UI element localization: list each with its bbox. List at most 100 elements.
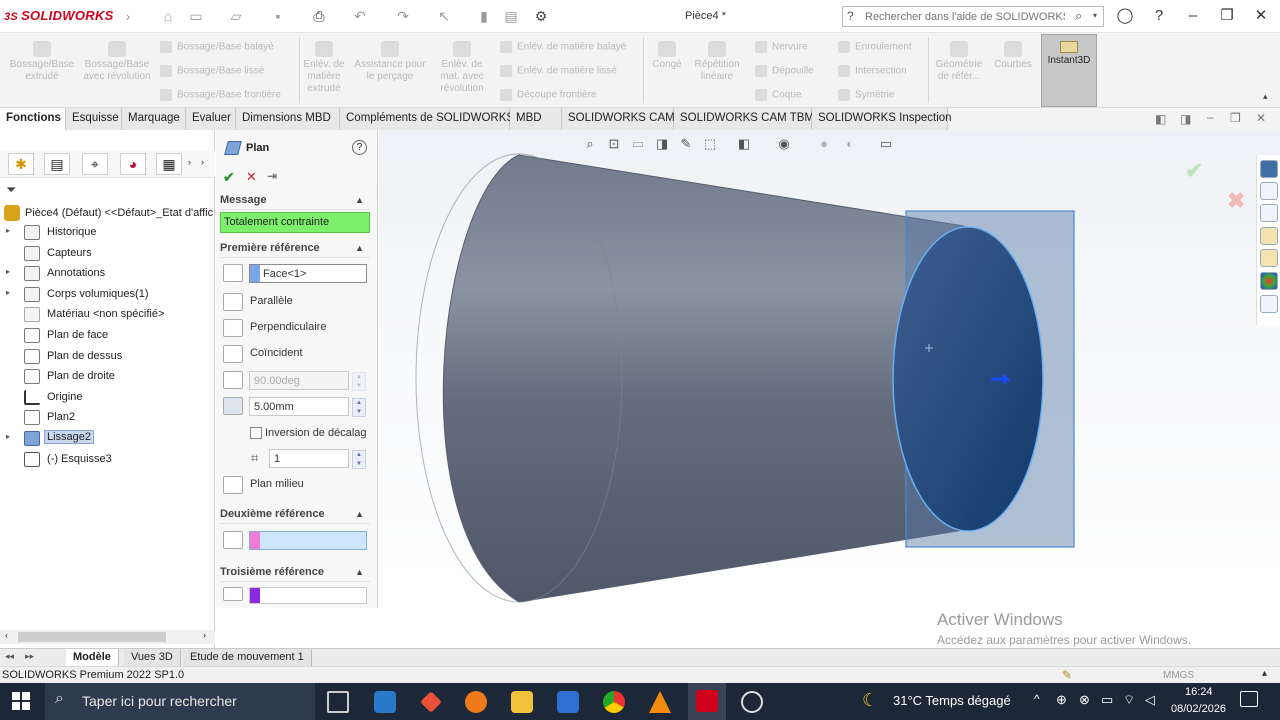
- angle-field[interactable]: ▲▼: [249, 371, 366, 391]
- file-properties-icon[interactable]: ▤: [503, 8, 519, 24]
- first-reference-header[interactable]: Première référence ▲: [220, 238, 370, 258]
- chrome-icon[interactable]: [603, 691, 625, 713]
- property-manager-tab-icon[interactable]: ▤: [44, 153, 70, 175]
- volume-icon[interactable]: ◁: [1145, 692, 1155, 708]
- offset-distance-option[interactable]: ▲▼: [223, 395, 373, 417]
- end-face[interactable]: [892, 226, 1044, 532]
- custom-properties-icon[interactable]: [1260, 272, 1278, 290]
- message-section-header[interactable]: Message ▲: [220, 190, 370, 210]
- linear-pattern-button[interactable]: Répétition linéaire: [690, 41, 744, 83]
- tab-marquage[interactable]: Marquage: [122, 108, 186, 130]
- solidworks-logo[interactable]: 3S SOLIDWORKS: [4, 8, 114, 23]
- tree-root[interactable]: Pièce4 (Défaut) <<Défaut>_Etat d'affic: [4, 205, 215, 223]
- draft-button[interactable]: Dépouille: [755, 65, 814, 77]
- search-dropdown-icon[interactable]: ▾: [1093, 11, 1097, 20]
- tab-solidworks-inspection[interactable]: SOLIDWORKS Inspection: [812, 108, 952, 130]
- second-reference-field[interactable]: [249, 531, 367, 550]
- tab-solidworks-cam[interactable]: SOLIDWORKS CAM: [562, 108, 675, 130]
- cut-boundary-button[interactable]: Découpe frontière: [500, 89, 597, 101]
- cut-swept-button[interactable]: Enlév. de matière balayé: [500, 41, 626, 53]
- app-icon[interactable]: [420, 691, 442, 713]
- clock-time[interactable]: 16:24: [1185, 686, 1213, 698]
- flip-offset-option[interactable]: Inversion de décalag: [223, 423, 373, 445]
- angle-option[interactable]: ▲▼: [223, 369, 373, 391]
- redo-icon[interactable]: ↷: [395, 8, 411, 24]
- tray-expand-icon[interactable]: ^: [1034, 692, 1040, 706]
- scroll-right-icon[interactable]: ›: [203, 630, 206, 640]
- tab-complements[interactable]: Compléments de SOLIDWORKS: [340, 108, 514, 130]
- instant3d-button[interactable]: Instant3D: [1041, 34, 1097, 107]
- tree-item-origine[interactable]: Origine: [0, 388, 215, 408]
- app-icon[interactable]: [374, 691, 396, 713]
- curves-button[interactable]: Courbes: [990, 41, 1036, 71]
- instance-count-field[interactable]: ▲▼: [269, 449, 366, 469]
- tree-item-materiau[interactable]: Matériau <non spécifié>: [0, 305, 215, 325]
- tab-solidworks-cam-tbm[interactable]: SOLIDWORKS CAM TBM: [674, 108, 814, 130]
- tab-esquisse[interactable]: Esquisse: [66, 108, 122, 130]
- tile-left-icon[interactable]: ◧: [1155, 112, 1166, 126]
- view-palette-icon[interactable]: [1260, 227, 1278, 245]
- boundary-boss-button[interactable]: Bossage/Base frontière: [160, 89, 281, 101]
- scroll-left-icon[interactable]: ‹: [5, 630, 8, 640]
- tab-evaluer[interactable]: Evaluer: [186, 108, 236, 130]
- appearances-icon[interactable]: [1260, 249, 1278, 267]
- solidworks-taskbar-slot[interactable]: [688, 683, 726, 720]
- print-icon[interactable]: ⎙: [311, 8, 327, 24]
- options-gear-icon[interactable]: ⚙: [533, 8, 549, 24]
- tree-item-lissage2[interactable]: ▸ Lissage2: [0, 429, 215, 449]
- dimxpert-tab-icon[interactable]: ◕: [120, 153, 146, 175]
- collapse-icon[interactable]: ▲: [355, 504, 364, 524]
- horizontal-scrollbar[interactable]: ‹ ›: [0, 630, 215, 644]
- expand-icon[interactable]: ▸: [6, 432, 10, 441]
- graphics-viewport[interactable]: ⌕ ⊡ ▭ ◨ ✎ ⬚ ◧ ◉ ● ◐ ▭ ✔ ✖ Activer Window…: [379, 130, 1280, 648]
- new-document-icon[interactable]: ▭: [188, 8, 204, 24]
- pushpin-icon[interactable]: ⇥: [267, 169, 277, 183]
- windows-start-icon[interactable]: [12, 692, 30, 710]
- instance-count-input[interactable]: [274, 452, 334, 466]
- help-icon[interactable]: ?: [1148, 6, 1170, 26]
- flip-offset-checkbox[interactable]: [250, 427, 262, 439]
- notification-icon[interactable]: [1240, 691, 1258, 707]
- confirm-cancel-corner-icon[interactable]: ✖: [1227, 188, 1245, 214]
- collapse-icon[interactable]: ▲: [355, 562, 364, 582]
- help-search-input[interactable]: [865, 9, 1065, 24]
- loft-body[interactable]: [442, 154, 965, 603]
- doc-restore-button[interactable]: ❐: [1230, 111, 1241, 125]
- tree-item-capteurs[interactable]: Capteurs: [0, 244, 215, 264]
- app-tray-icon[interactable]: ⊗: [1079, 692, 1090, 708]
- forum-icon[interactable]: [1260, 295, 1278, 313]
- tree-item-esquisse3[interactable]: (-) Esquisse3: [0, 450, 215, 470]
- rib-button[interactable]: Nervure: [755, 41, 808, 53]
- tab-dimensions-mbd[interactable]: Dimensions MBD: [236, 108, 340, 130]
- expand-icon[interactable]: ▸: [6, 267, 10, 276]
- tree-item-historique[interactable]: ▸ Historique: [0, 223, 215, 243]
- tree-item-plan-de-face[interactable]: Plan de face: [0, 326, 215, 346]
- open-icon[interactable]: ▱: [228, 8, 244, 24]
- angle-spinner[interactable]: ▲ ▼: [352, 372, 366, 391]
- minimize-button[interactable]: –: [1182, 6, 1204, 26]
- tree-item-plan2[interactable]: Plan2: [0, 408, 215, 428]
- coincident-option[interactable]: Coïncident: [223, 343, 373, 365]
- display-manager-tab-icon[interactable]: ▦: [156, 153, 182, 175]
- status-expand-icon[interactable]: ▴: [1262, 668, 1267, 679]
- filter-icon[interactable]: ⏷: [6, 182, 16, 198]
- tab-mbd[interactable]: MBD: [510, 108, 562, 130]
- tree-item-plan-de-dessus[interactable]: Plan de dessus: [0, 347, 215, 367]
- collapse-icon[interactable]: ▲: [355, 238, 364, 258]
- taskbar-search-box[interactable]: ⌕ Taper ici pour rechercher: [45, 683, 315, 720]
- doc-minimize-button[interactable]: –: [1207, 110, 1214, 124]
- close-button[interactable]: ✕: [1250, 6, 1272, 26]
- fillet-button[interactable]: Congé: [648, 41, 686, 71]
- rebuild-indicator-icon[interactable]: ✎: [1062, 668, 1072, 682]
- search-icon[interactable]: ⌕: [1075, 8, 1082, 24]
- swept-boss-button[interactable]: Bossage/Base balayé: [160, 41, 274, 53]
- vlc-icon[interactable]: [649, 691, 671, 713]
- app-icon[interactable]: [741, 691, 763, 713]
- tab-etude-de-mouvement[interactable]: Etude de mouvement 1: [183, 649, 312, 666]
- shell-button[interactable]: Coque: [755, 89, 801, 101]
- perpendicular-option[interactable]: Perpendiculaire: [223, 317, 373, 339]
- tab-vues-3d[interactable]: Vues 3D: [124, 649, 181, 666]
- battery-icon[interactable]: ▭: [1101, 692, 1113, 708]
- network-icon[interactable]: ⌔: [1123, 692, 1135, 708]
- select-icon[interactable]: ↖: [436, 8, 452, 24]
